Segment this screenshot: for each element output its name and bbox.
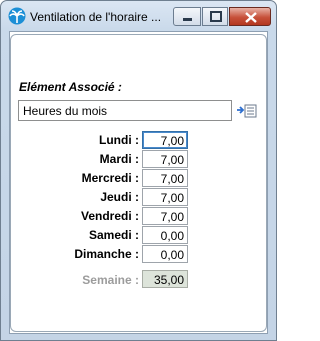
maximize-icon	[210, 11, 222, 22]
arrow-list-icon[interactable]	[236, 103, 258, 119]
associated-element-field[interactable]: Heures du mois	[18, 100, 232, 121]
day-label-jeudi: Jeudi :	[100, 190, 139, 204]
minimize-button[interactable]	[173, 7, 201, 26]
week-total-label: Semaine :	[82, 273, 139, 287]
day-label-mardi: Mardi :	[99, 152, 139, 166]
minimize-icon	[183, 18, 192, 21]
day-field-vendredi[interactable]: 7,00	[142, 207, 188, 225]
day-field-lundi[interactable]: 7,00	[142, 131, 188, 149]
day-field-jeudi[interactable]: 7,00	[142, 188, 188, 206]
maximize-button[interactable]	[202, 7, 228, 26]
close-button[interactable]	[229, 7, 271, 26]
close-icon	[245, 12, 257, 23]
day-label-lundi: Lundi :	[99, 133, 139, 147]
day-label-samedi: Samedi :	[88, 228, 139, 242]
associated-element-label: Elément Associé :	[19, 80, 122, 94]
title-bar[interactable]: Ventilation de l'horaire ...	[1, 1, 276, 31]
day-field-samedi[interactable]: 0,00	[142, 226, 188, 244]
day-label-vendredi: Vendredi :	[80, 209, 139, 223]
week-total-field: 35,00	[142, 270, 188, 288]
day-field-dimanche[interactable]: 0,00	[142, 245, 188, 263]
window-title: Ventilation de l'horaire ...	[30, 10, 162, 24]
day-label-dimanche: Dimanche :	[74, 247, 139, 261]
palm-tree-icon	[8, 7, 26, 25]
day-label-mercredi: Mercredi :	[81, 171, 139, 185]
day-field-mercredi[interactable]: 7,00	[142, 169, 188, 187]
day-field-mardi[interactable]: 7,00	[142, 150, 188, 168]
